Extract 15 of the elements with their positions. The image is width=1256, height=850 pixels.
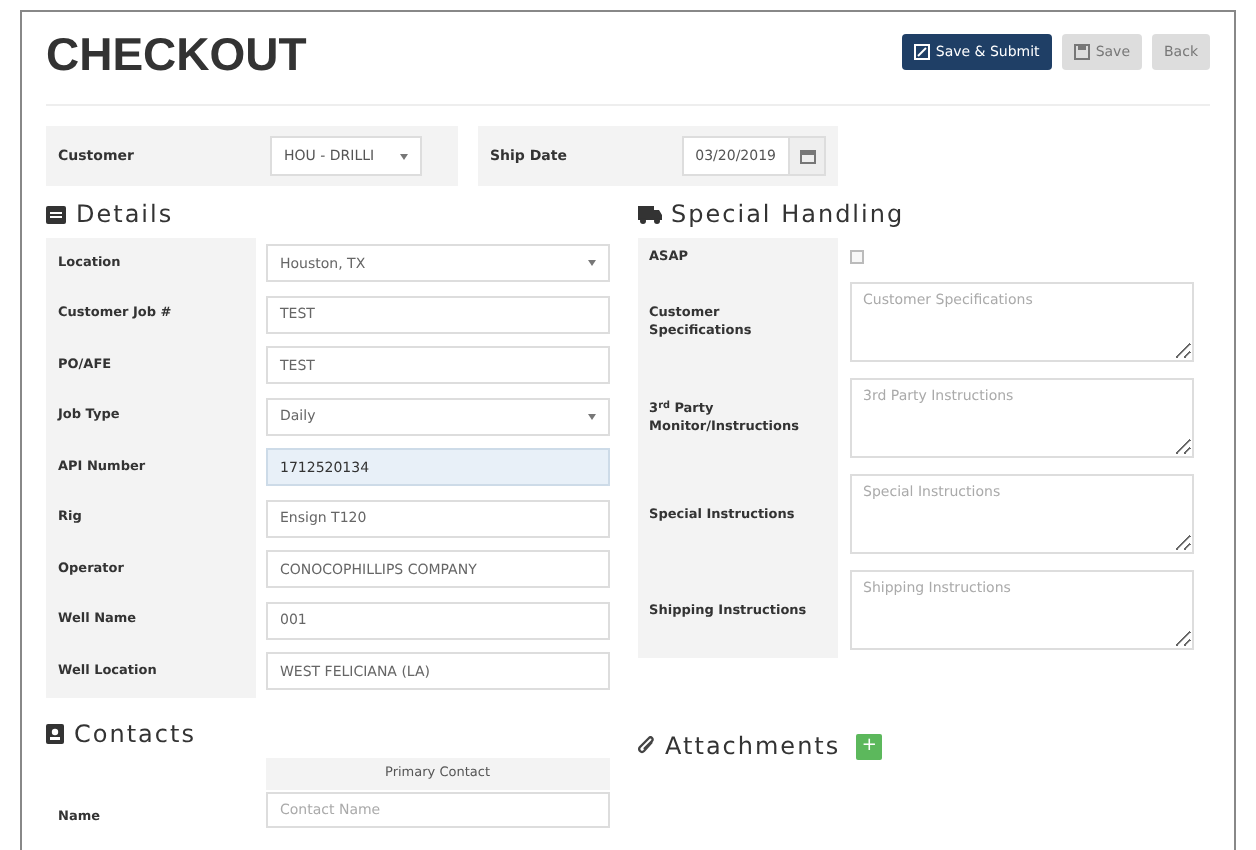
checkbox[interactable] bbox=[849, 249, 864, 263]
section-heading: Details bbox=[76, 198, 174, 232]
section-heading: Special Handling bbox=[671, 198, 905, 232]
page-title: CHECKOUT bbox=[46, 26, 307, 84]
section-heading: Attachments bbox=[665, 730, 841, 764]
caret-icon bbox=[400, 153, 408, 159]
paperclip-icon bbox=[637, 736, 656, 756]
caret-icon bbox=[587, 413, 596, 420]
edit-icon bbox=[913, 44, 930, 60]
contact-card-icon bbox=[46, 723, 64, 743]
list-icon bbox=[46, 205, 66, 223]
caret-icon bbox=[587, 260, 596, 267]
truck-icon bbox=[637, 205, 662, 223]
section-heading: Contacts bbox=[74, 717, 196, 751]
calendar-icon bbox=[799, 148, 815, 164]
